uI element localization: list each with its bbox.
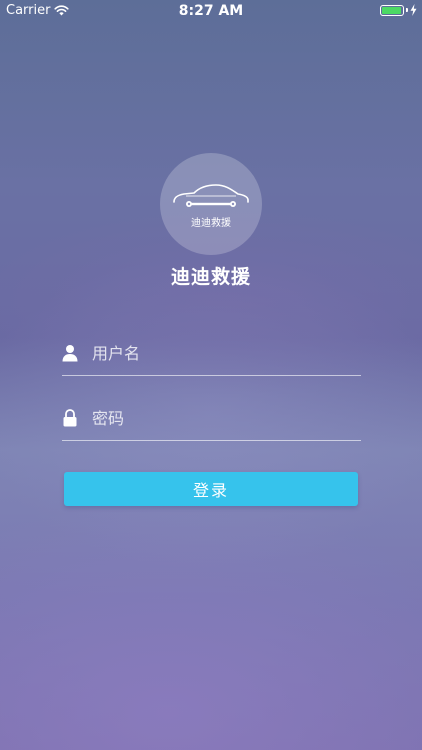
logo-caption: 迪迪救援 xyxy=(191,218,231,229)
status-bar: Carrier 8:27 AM xyxy=(0,0,422,22)
username-field xyxy=(62,335,361,376)
lock-icon xyxy=(63,409,77,427)
user-icon xyxy=(62,345,78,362)
app-title: 迪迪救援 xyxy=(170,266,251,288)
password-field xyxy=(62,400,361,441)
battery-icon xyxy=(380,4,404,16)
charging-icon xyxy=(410,4,417,16)
login-button[interactable]: 登录 xyxy=(64,472,358,506)
status-time: 8:27 AM xyxy=(178,3,244,19)
password-input[interactable] xyxy=(92,404,352,432)
username-input[interactable] xyxy=(92,339,352,367)
battery-tip xyxy=(406,8,408,12)
app-logo: 迪迪救援 xyxy=(160,153,262,255)
battery-indicator xyxy=(380,4,417,16)
car-wrench-icon xyxy=(173,184,249,207)
